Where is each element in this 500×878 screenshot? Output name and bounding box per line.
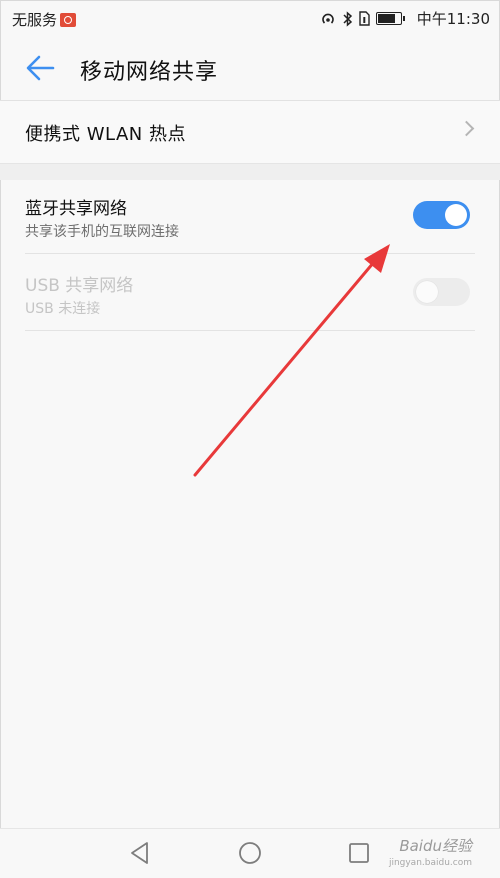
row-divider <box>25 253 475 254</box>
usb-tethering-row: USB 共享网络 USB 未连接 <box>0 257 500 333</box>
wlan-hotspot-item[interactable]: 便携式 WLAN 热点 <box>0 101 500 163</box>
status-left: 无服务 <box>12 9 77 30</box>
back-arrow-icon[interactable] <box>22 50 58 86</box>
carrier-text: 无服务 <box>12 11 58 29</box>
hotspot-icon <box>321 13 334 24</box>
toggle-knob <box>416 281 438 303</box>
page-title: 移动网络共享 <box>80 60 219 85</box>
usb-tethering-subtitle: USB 未连接 <box>25 301 101 317</box>
battery-icon <box>375 12 405 25</box>
sim-icon <box>359 11 370 26</box>
toggle-knob <box>445 204 467 226</box>
wlan-hotspot-label: 便携式 WLAN 热点 <box>25 124 186 145</box>
row-divider <box>25 330 475 331</box>
home-circle-icon[interactable] <box>237 840 263 866</box>
clock: 中午11:30 <box>416 10 490 28</box>
baidu-watermark: Baidu经验 <box>399 837 472 855</box>
watermark-url: jingyan.baidu.com <box>388 858 472 868</box>
section-divider <box>0 163 500 180</box>
system-nav-bar: Baidu经验 jingyan.baidu.com <box>0 828 500 878</box>
bluetooth-tethering-row[interactable]: 蓝牙共享网络 共享该手机的互联网连接 <box>0 180 500 256</box>
app-bar: 移动网络共享 <box>0 36 500 101</box>
usb-tethering-toggle <box>413 278 470 306</box>
chevron-right-icon <box>458 120 475 137</box>
bluetooth-tethering-subtitle: 共享该手机的互联网连接 <box>25 224 179 240</box>
status-bar: 无服务 中午11:30 <box>0 0 500 36</box>
bluetooth-tethering-toggle[interactable] <box>413 201 470 229</box>
bluetooth-tethering-title: 蓝牙共享网络 <box>25 199 127 219</box>
usb-tethering-title: USB 共享网络 <box>25 276 134 296</box>
back-triangle-icon[interactable] <box>128 840 152 866</box>
bluetooth-icon <box>343 10 352 27</box>
recents-square-icon[interactable] <box>347 840 371 866</box>
carrier-badge-icon <box>60 12 77 27</box>
status-right: 中午11:30 <box>320 8 490 29</box>
